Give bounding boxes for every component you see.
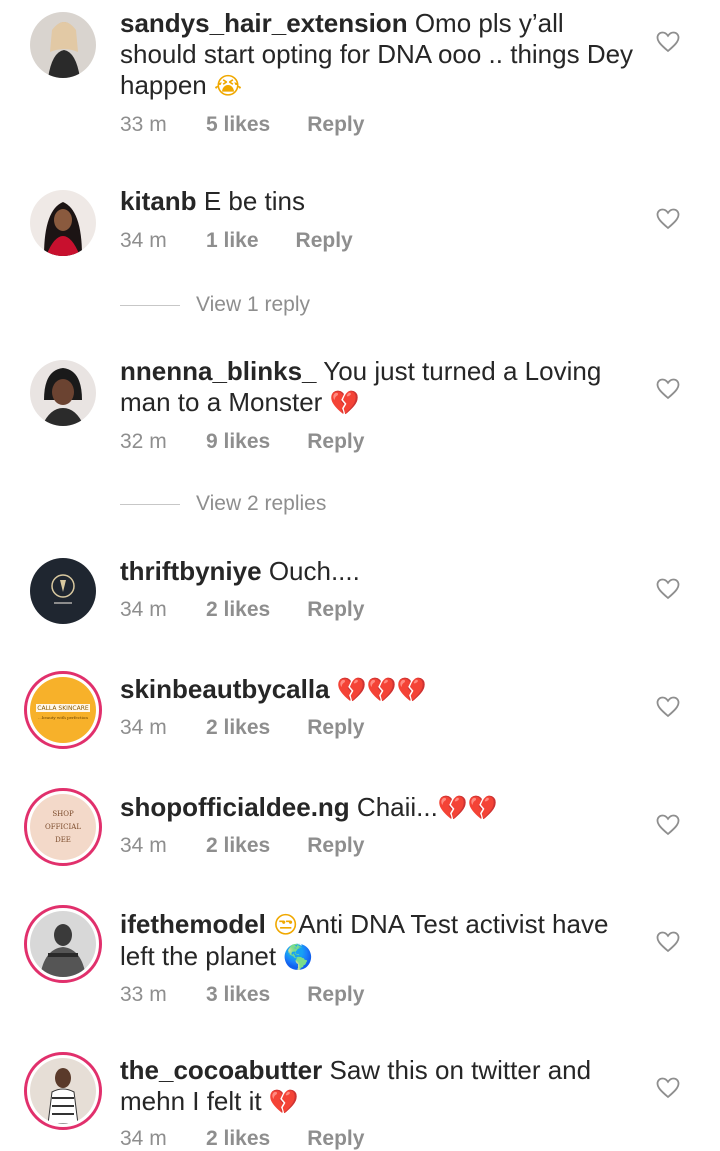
comment-meta: 33 m 3 likes Reply [120, 983, 364, 1007]
reply-button[interactable]: Reply [307, 983, 364, 1007]
broken-heart-emoji: 💔💔 [437, 794, 498, 822]
comment-likes[interactable]: 5 likes [206, 113, 270, 137]
avatar-image [30, 190, 96, 256]
comment-likes[interactable]: 9 likes [206, 430, 270, 454]
heart-outline-icon[interactable] [656, 578, 680, 600]
calla-brand-text: CALLA SKINCARE [37, 705, 89, 712]
comments-list: sandys_hair_extension Omo pls y’all shou… [0, 0, 720, 1150]
heart-outline-icon[interactable] [656, 931, 680, 953]
dee-line2-text: OFFICIAL [45, 823, 81, 831]
view-replies-label: View 1 reply [196, 293, 311, 316]
heart-outline-icon[interactable] [656, 814, 680, 836]
comment-body: the_cocoabutter Saw this on twitter and … [120, 1055, 640, 1118]
reply-button[interactable]: Reply [307, 598, 364, 622]
avatar-image [30, 558, 96, 624]
avatar[interactable] [24, 1052, 102, 1130]
crying-emoji: 😭 [214, 72, 243, 100]
comment-meta: 34 m 1 like Reply [120, 229, 353, 253]
comment-body: shopofficialdee.ng Chaii...💔💔 [120, 792, 640, 824]
avatar-image [30, 911, 96, 977]
dee-line1-text: SHOP [52, 810, 74, 818]
avatar[interactable] [30, 190, 96, 256]
comment-meta: 33 m 5 likes Reply [120, 113, 364, 137]
view-replies-button[interactable]: View 2 replies [120, 492, 326, 516]
comment-text: Ouch.... [268, 556, 360, 586]
comment-username[interactable]: shopofficialdee.ng [120, 792, 350, 822]
comment-body: skinbeautbycalla 💔💔💔 [120, 674, 640, 706]
reply-button[interactable]: Reply [307, 1127, 364, 1151]
avatar-image [30, 12, 96, 78]
avatar[interactable]: SHOP OFFICIAL DEE [24, 788, 102, 866]
comment-meta: 34 m 2 likes Reply [120, 1127, 364, 1151]
unamused-face-emoji: 😒 [273, 911, 299, 939]
comment-username[interactable]: the_cocoabutter [120, 1055, 322, 1085]
broken-heart-emoji: 💔💔💔 [336, 676, 427, 704]
comment-body: kitanb E be tins [120, 186, 640, 217]
comment-body: sandys_hair_extension Omo pls y’all shou… [120, 8, 640, 102]
avatar[interactable]: CALLA SKINCARE ...beauty with perfection [24, 671, 102, 749]
heart-outline-icon[interactable] [656, 31, 680, 53]
heart-outline-icon[interactable] [656, 1077, 680, 1099]
view-replies-button[interactable]: View 1 reply [120, 293, 310, 317]
comment-likes[interactable]: 1 like [206, 229, 259, 253]
avatar-image: CALLA SKINCARE ...beauty with perfection [30, 677, 96, 743]
comment-text: E be tins [203, 186, 305, 216]
reply-divider-line [120, 304, 180, 306]
reply-button[interactable]: Reply [296, 229, 353, 253]
comment-username[interactable]: ifethemodel [120, 909, 266, 939]
view-replies-label: View 2 replies [196, 492, 327, 515]
comment-text: Chaii... [356, 792, 438, 822]
comment-body: ifethemodel 😒Anti DNA Test activist have… [120, 909, 640, 973]
comment-likes[interactable]: 3 likes [206, 983, 270, 1007]
comment-likes[interactable]: 2 likes [206, 716, 270, 740]
avatar-image [30, 360, 96, 426]
comment-meta: 34 m 2 likes Reply [120, 716, 364, 740]
comment-likes[interactable]: 2 likes [206, 598, 270, 622]
comment-username[interactable]: skinbeautbycalla [120, 674, 330, 704]
comment-username[interactable]: sandys_hair_extension [120, 8, 408, 38]
heart-outline-icon[interactable] [656, 696, 680, 718]
comment-body: nnenna_blinks_ You just turned a Loving … [120, 356, 640, 419]
reply-button[interactable]: Reply [307, 834, 364, 858]
reply-button[interactable]: Reply [307, 430, 364, 454]
comment-likes[interactable]: 2 likes [206, 1127, 270, 1151]
comment-username[interactable]: thriftbyniye [120, 556, 262, 586]
comment-time: 34 m [120, 834, 167, 857]
broken-heart-emoji: 💔 [268, 1088, 299, 1116]
dee-line3-text: DEE [55, 836, 71, 844]
avatar-image: SHOP OFFICIAL DEE [30, 794, 96, 860]
avatar[interactable] [24, 905, 102, 983]
reply-button[interactable]: Reply [307, 113, 364, 137]
reply-button[interactable]: Reply [307, 716, 364, 740]
avatar[interactable] [30, 558, 96, 624]
reply-divider-line [120, 503, 180, 505]
comment-body: thriftbyniye Ouch.... [120, 556, 640, 587]
comment-meta: 34 m 2 likes Reply [120, 598, 364, 622]
comment-meta: 32 m 9 likes Reply [120, 430, 364, 454]
heart-outline-icon[interactable] [656, 378, 680, 400]
comment-time: 34 m [120, 229, 167, 252]
heart-outline-icon[interactable] [656, 208, 680, 230]
avatar-image [30, 1058, 96, 1124]
comment-time: 34 m [120, 1127, 167, 1150]
comment-time: 34 m [120, 716, 167, 739]
broken-heart-emoji: 💔 [329, 389, 360, 417]
comment-time: 33 m [120, 983, 167, 1006]
comment-time: 33 m [120, 113, 167, 136]
calla-tagline-text: ...beauty with perfection [38, 715, 88, 720]
comment-likes[interactable]: 2 likes [206, 834, 270, 858]
globe-emoji: 🌎 [283, 943, 314, 971]
comment-username[interactable]: kitanb [120, 186, 197, 216]
avatar[interactable] [30, 360, 96, 426]
avatar[interactable] [30, 12, 96, 78]
comment-meta: 34 m 2 likes Reply [120, 834, 364, 858]
comment-time: 32 m [120, 430, 167, 453]
comment-time: 34 m [120, 598, 167, 621]
comment-username[interactable]: nnenna_blinks_ [120, 356, 317, 386]
